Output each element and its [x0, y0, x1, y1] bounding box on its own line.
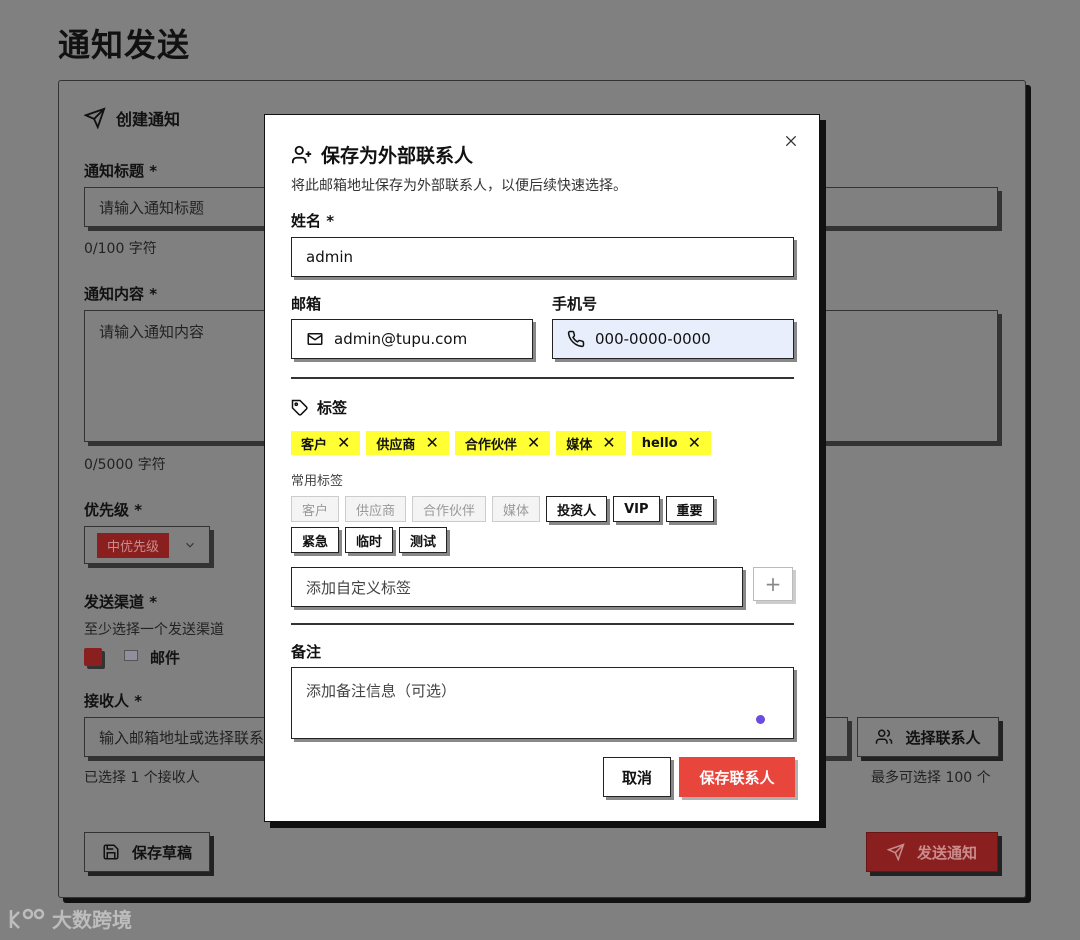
tags-section-title: 标签: [291, 397, 347, 418]
remark-label: 备注: [291, 643, 322, 661]
phone-icon: [567, 330, 585, 348]
remove-tag-icon[interactable]: ✕: [337, 435, 350, 451]
resize-indicator: [756, 715, 765, 724]
tag-icon: [291, 399, 308, 416]
email-channel-checkbox[interactable]: [84, 648, 102, 666]
common-tag-temporary[interactable]: 临时: [345, 527, 394, 553]
recipient-max: 最多可选择 100 个: [871, 770, 991, 786]
recipient-selected: 已选择 1 个接收人: [84, 770, 200, 786]
remove-tag-icon[interactable]: ✕: [602, 435, 615, 451]
common-tag-supplier: 供应商: [345, 496, 407, 522]
title-label: 通知标题 *: [84, 162, 158, 180]
remark-textarea[interactable]: 添加备注信息（可选）: [291, 667, 794, 739]
phone-label: 手机号: [552, 295, 598, 313]
save-contact-modal: 保存为外部联系人 将此邮箱地址保存为外部联系人，以便后续快速选择。 姓名 * a…: [264, 114, 820, 822]
cancel-button[interactable]: 取消: [603, 757, 671, 797]
recipient-label: 接收人 *: [84, 692, 143, 710]
close-icon[interactable]: [783, 133, 799, 149]
remove-tag-icon[interactable]: ✕: [425, 435, 438, 451]
send-icon: [886, 843, 905, 861]
channel-hint: 至少选择一个发送渠道: [84, 622, 224, 638]
title-count: 0/100 字符: [84, 241, 157, 257]
name-label: 姓名 *: [291, 212, 335, 230]
common-tags-row-2: 紧急 临时 测试: [291, 527, 448, 553]
common-tag-media: 媒体: [492, 496, 541, 522]
divider: [291, 623, 794, 625]
name-input[interactable]: admin: [291, 237, 794, 277]
selected-tag: 客户 ✕: [291, 431, 361, 455]
priority-value: 中优先级: [97, 532, 169, 558]
selected-tag: 媒体 ✕: [556, 431, 626, 455]
plus-icon: +: [764, 572, 782, 596]
watermark: 大数跨境: [8, 904, 132, 933]
custom-tag-input[interactable]: 添加自定义标签: [291, 567, 743, 607]
common-tag-partner: 合作伙伴: [412, 496, 487, 522]
divider: [291, 377, 794, 379]
selected-tags: 客户 ✕ 供应商 ✕ 合作伙伴 ✕ 媒体 ✕ hello ✕: [291, 431, 712, 455]
add-tag-button[interactable]: +: [753, 567, 793, 601]
common-tag-urgent[interactable]: 紧急: [291, 527, 340, 553]
email-input[interactable]: admin@tupu.com: [291, 319, 533, 359]
common-tags-label: 常用标签: [291, 474, 344, 489]
watermark-logo-icon: [9, 908, 45, 929]
email-label: 邮箱: [291, 295, 322, 313]
channel-label: 发送渠道 *: [84, 593, 158, 611]
content-count: 0/5000 字符: [84, 457, 166, 473]
send-icon: [84, 107, 106, 129]
selected-tag: 合作伙伴 ✕: [454, 431, 551, 455]
save-contact-button[interactable]: 保存联系人: [679, 757, 795, 797]
modal-subtitle: 将此邮箱地址保存为外部联系人，以便后续快速选择。: [291, 178, 627, 194]
selected-tag: hello ✕: [631, 431, 712, 455]
user-plus-icon: [291, 145, 312, 163]
send-notification-button[interactable]: 发送通知: [866, 832, 998, 872]
save-draft-button[interactable]: 保存草稿: [84, 832, 210, 872]
common-tag-customer: 客户: [291, 496, 340, 522]
users-icon: [876, 729, 893, 744]
modal-title: 保存为外部联系人: [291, 141, 473, 168]
selected-tag: 供应商 ✕: [366, 431, 449, 455]
priority-label: 优先级 *: [84, 501, 143, 519]
remove-tag-icon[interactable]: ✕: [688, 435, 701, 451]
chevron-down-icon: [186, 542, 194, 548]
common-tag-important[interactable]: 重要: [665, 496, 714, 522]
save-icon: [103, 844, 119, 860]
email-channel-icon: [124, 650, 138, 661]
card-title-text: 创建通知: [116, 110, 181, 129]
phone-input[interactable]: 000-0000-0000: [552, 319, 794, 359]
select-contact-button[interactable]: 选择联系人: [857, 717, 999, 757]
common-tag-vip[interactable]: VIP: [613, 496, 660, 522]
common-tag-test[interactable]: 测试: [399, 527, 448, 553]
mail-icon: [307, 333, 323, 345]
email-channel-label: 邮件: [150, 649, 181, 667]
priority-select[interactable]: 中优先级: [84, 526, 210, 564]
page-title: 通知发送: [58, 26, 191, 64]
content-label: 通知内容 *: [84, 285, 158, 303]
common-tags-row-1: 客户 供应商 合作伙伴 媒体 投资人 VIP 重要: [291, 496, 714, 522]
common-tag-investor[interactable]: 投资人: [546, 496, 608, 522]
card-title: 创建通知: [84, 106, 180, 130]
remove-tag-icon[interactable]: ✕: [527, 435, 540, 451]
